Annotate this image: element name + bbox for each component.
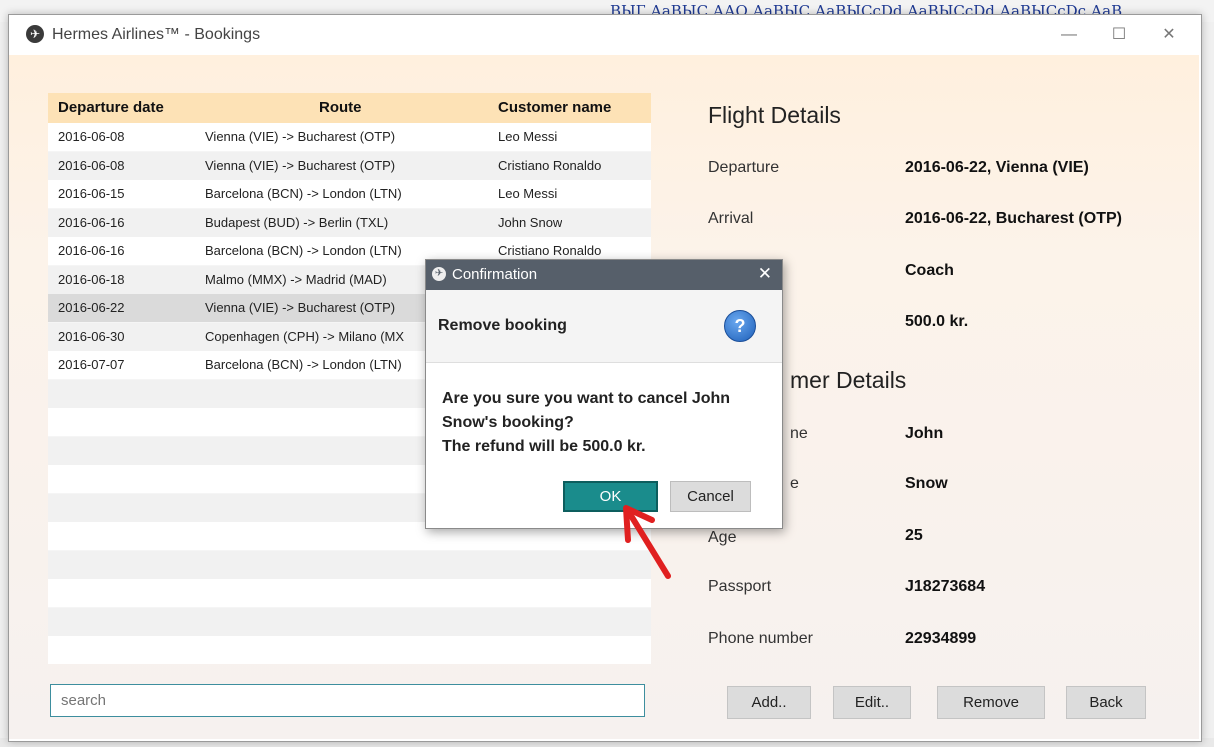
back-button[interactable]: Back [1066, 686, 1146, 719]
first-name-value: John [905, 425, 944, 442]
phone-label: Phone number [708, 630, 813, 647]
table-row[interactable]: 2016-06-16 Budapest (BUD) -> Berlin (TXL)… [48, 208, 651, 237]
window-titlebar: ✈ Hermes Airlines™ - Bookings — ☐ ✕ [9, 15, 1201, 55]
last-name-value: Snow [905, 475, 948, 492]
cell-route: Barcelona (BCN) -> London (LTN) [205, 357, 402, 372]
cell-departure-date: 2016-07-07 [58, 357, 125, 372]
cell-customer-name: Cristiano Ronaldo [498, 157, 602, 173]
background-app-right-edge [1200, 22, 1214, 738]
cell-route: Budapest (BUD) -> Berlin (TXL) [205, 214, 389, 230]
dialog-titlebar: ✈ Confirmation ✕ [426, 260, 782, 290]
arrival-label: Arrival [708, 210, 754, 227]
column-header-customer-name[interactable]: Customer name [498, 93, 611, 123]
table-header: Departure date Route Customer name [48, 93, 651, 124]
cell-route: Barcelona (BCN) -> London (LTN) [205, 243, 402, 258]
red-arrow-icon [623, 505, 671, 579]
dialog-message-line-3: The refund will be 500.0 kr. [442, 438, 646, 455]
table-row[interactable]: 2016-06-15 Barcelona (BCN) -> London (LTN… [48, 180, 651, 208]
dialog-message-line-2: Snow's booking? [442, 414, 574, 431]
cell-route: Vienna (VIE) -> Bucharest (OTP) [205, 300, 396, 315]
dialog-message: Are you sure you want to cancel John Sno… [442, 387, 772, 459]
cell-departure-date: 2016-06-08 [58, 157, 125, 173]
cell-departure-date: 2016-06-22 [58, 300, 125, 315]
remove-button[interactable]: Remove [937, 686, 1045, 719]
age-label: Age [708, 529, 737, 546]
departure-value: 2016-06-22, Vienna (VIE) [905, 159, 1089, 176]
edit-button[interactable]: Edit.. [833, 686, 911, 719]
customer-details-title: mer Details [790, 367, 907, 393]
question-icon: ? [724, 310, 756, 342]
airplane-icon: ✈ [432, 267, 446, 281]
cell-route: Copenhagen (CPH) -> Milano (MX [205, 328, 405, 344]
arrival-value: 2016-06-22, Bucharest (OTP) [905, 210, 1122, 227]
cell-departure-date: 2016-06-18 [58, 271, 125, 287]
price-value: 500.0 kr. [905, 313, 969, 330]
cell-route: Malmo (MMX) -> Madrid (MAD) [205, 271, 387, 287]
cell-departure-date: 2016-06-08 [58, 129, 125, 144]
empty-table-row [48, 550, 651, 579]
empty-table-row [48, 636, 651, 664]
cell-route: Vienna (VIE) -> Bucharest (OTP) [205, 157, 396, 173]
last-name-label: e [790, 475, 799, 492]
empty-table-row [48, 579, 651, 607]
cell-customer-name: John Snow [498, 214, 563, 230]
age-value: 25 [905, 527, 923, 544]
background-app-left-edge [0, 22, 8, 738]
cell-departure-date: 2016-06-16 [58, 243, 125, 258]
dialog-message-line-1: Are you sure you want to cancel John [442, 390, 731, 407]
flight-details-title: Flight Details [708, 102, 841, 128]
cell-departure-date: 2016-06-30 [58, 328, 125, 344]
departure-label: Departure [708, 159, 780, 176]
empty-table-row [48, 607, 651, 636]
dialog-header-text: Remove booking [438, 317, 567, 334]
cell-route: Vienna (VIE) -> Bucharest (OTP) [205, 129, 396, 144]
close-window-button[interactable]: ✕ [1149, 21, 1189, 49]
cancel-button[interactable]: Cancel [670, 481, 751, 512]
table-row[interactable]: 2016-06-08 Vienna (VIE) -> Bucharest (OTP… [48, 151, 651, 180]
add-button[interactable]: Add.. [727, 686, 811, 719]
passport-label: Passport [708, 578, 772, 595]
first-name-label: ne [790, 425, 808, 442]
cell-departure-date: 2016-06-16 [58, 214, 125, 230]
airplane-icon: ✈ [26, 25, 44, 43]
passport-value: J18273684 [905, 578, 986, 595]
cell-departure-date: 2016-06-15 [58, 186, 125, 201]
column-header-departure-date[interactable]: Departure date [58, 93, 164, 123]
phone-value: 22934899 [905, 630, 977, 647]
column-header-route[interactable]: Route [319, 93, 362, 123]
cell-customer-name: Leo Messi [498, 186, 558, 201]
table-row[interactable]: 2016-06-08 Vienna (VIE) -> Bucharest (OTP… [48, 123, 651, 151]
window-title: Hermes Airlines™ - Bookings [52, 26, 261, 43]
class-value: Coach [905, 262, 954, 279]
cell-route: Barcelona (BCN) -> London (LTN) [205, 186, 402, 201]
dialog-header: Remove booking ? [426, 290, 782, 363]
dialog-title: Confirmation [452, 266, 538, 283]
minimize-button[interactable]: — [1049, 21, 1089, 49]
maximize-button[interactable]: ☐ [1099, 21, 1139, 49]
search-input[interactable] [50, 684, 645, 717]
dialog-close-button[interactable]: ✕ [758, 265, 772, 283]
confirmation-dialog: ✈ Confirmation ✕ Remove booking ? Are yo… [425, 259, 783, 529]
cell-customer-name: Leo Messi [498, 129, 558, 144]
